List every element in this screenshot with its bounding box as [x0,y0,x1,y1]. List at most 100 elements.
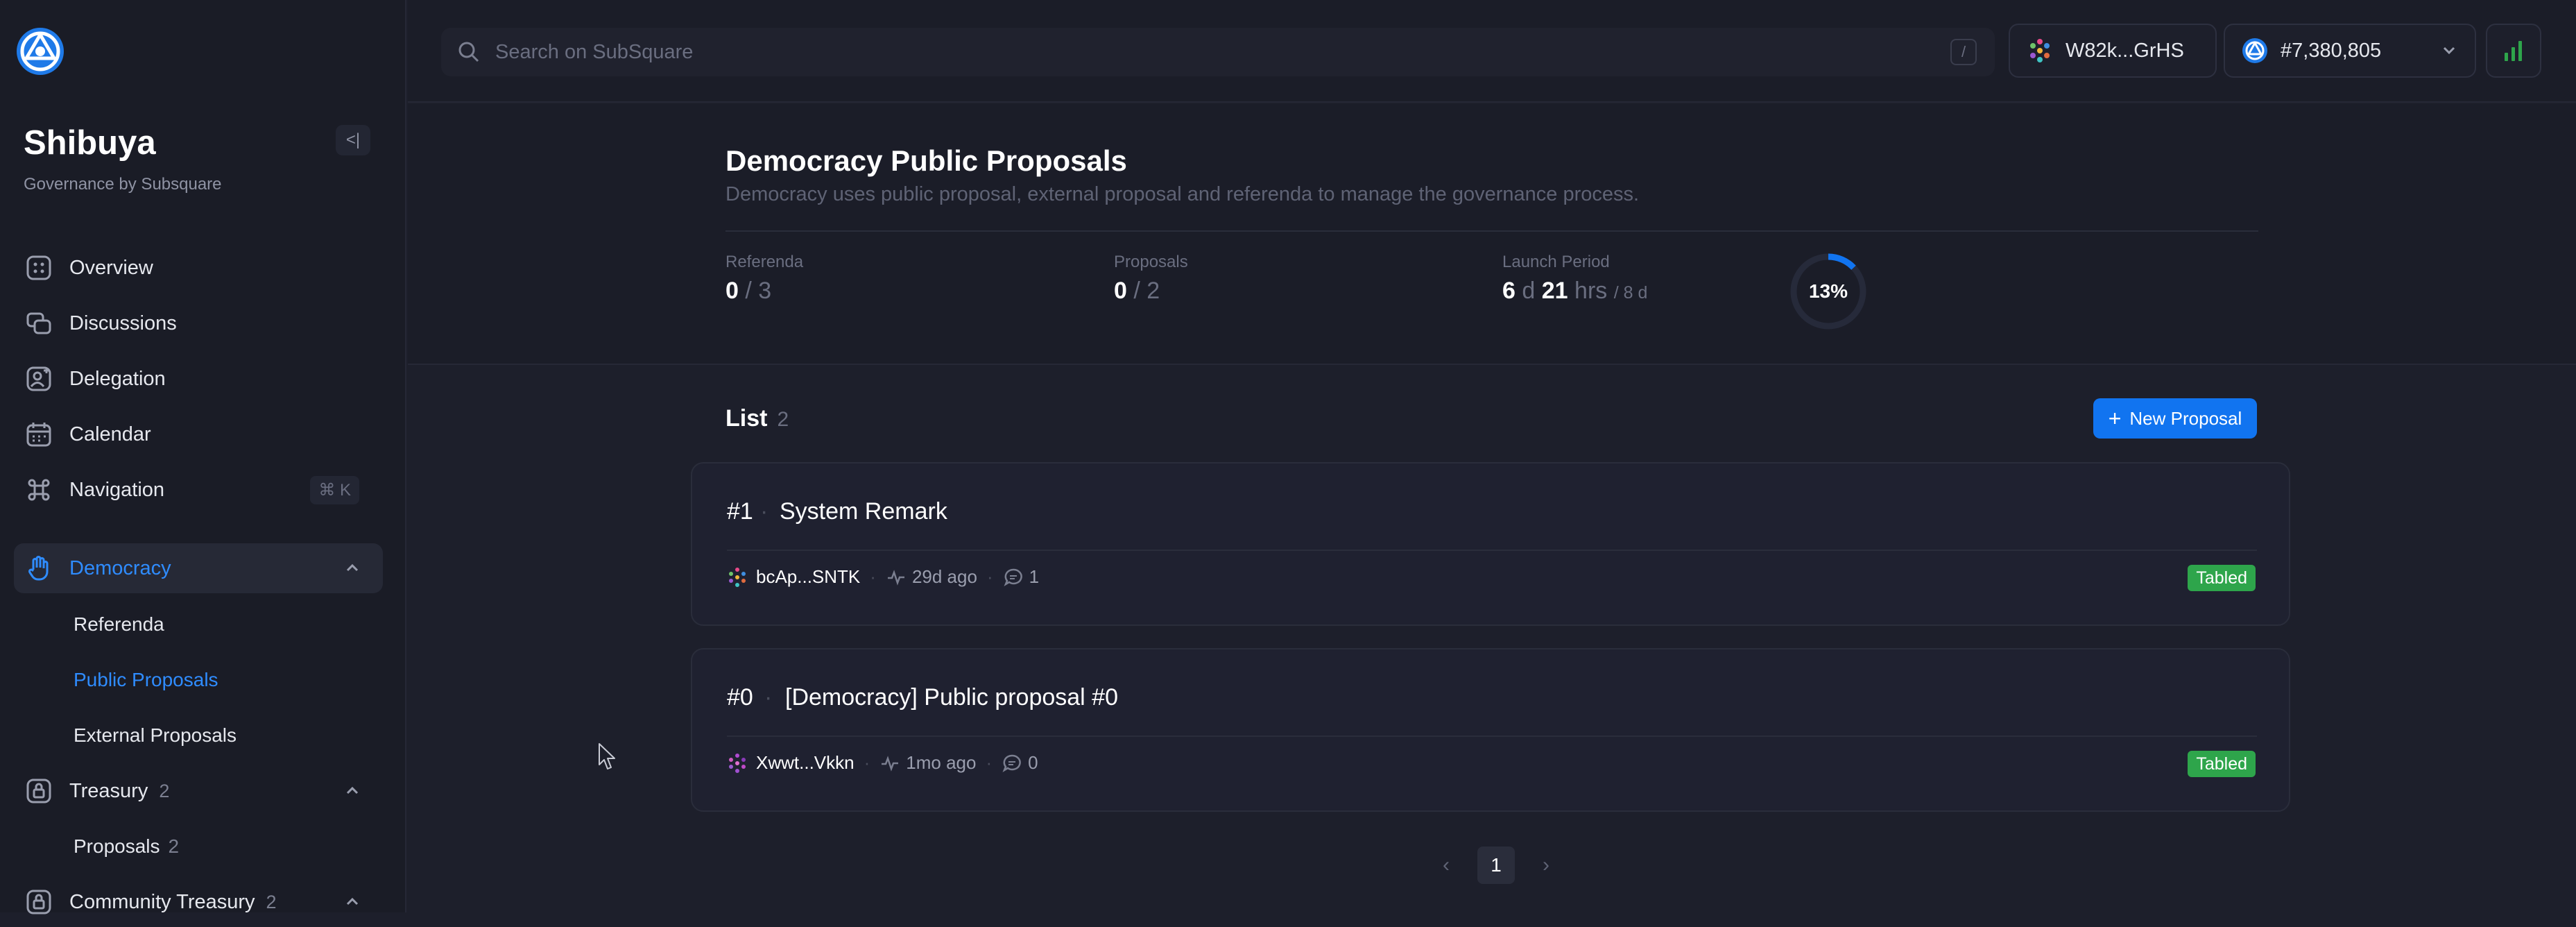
proposal-card[interactable]: #0 · [Democracy] Public proposal #0 Xwwt… [691,648,2290,812]
community-treasury-icon [24,887,54,917]
sidebar-item-discussions[interactable]: Discussions [14,298,383,348]
treasury-icon [24,776,54,806]
proposal-author[interactable]: bcAp...SNTK [756,566,860,588]
sidebar-item-calendar[interactable]: Calendar [14,409,383,459]
status-badge: Tabled [2188,565,2256,591]
comment-icon [1003,567,1024,588]
list-title: List 2 [725,405,789,432]
search-box[interactable]: / [441,28,1995,76]
sidebar-item-treasury[interactable]: Treasury 2 [14,766,383,816]
community-treasury-count: 2 [266,891,277,912]
status-badge: Tabled [2188,751,2256,777]
separator-dot: · [864,752,870,773]
block-height: #7,380,805 [2281,39,2382,62]
stat-label: Referenda [725,253,804,271]
proposal-meta: bcAp...SNTK · 29d ago · 1 [727,566,1039,588]
chevron-up-icon[interactable] [343,559,362,578]
navigation-shortcut: ⌘ K [310,475,359,504]
card-divider [727,735,2257,737]
page-description: Democracy uses public proposal, external… [725,183,1640,205]
next-page-icon[interactable]: › [1529,848,1563,883]
sidebar-item-overview[interactable]: Overview [14,243,383,293]
proposal-index: #0 [727,684,753,711]
discussions-icon [24,308,54,339]
plus-icon: + [2108,406,2122,431]
page-number[interactable]: 1 [1477,847,1515,884]
author-avatar-icon [729,753,746,773]
command-icon [24,475,54,505]
calendar-icon [24,419,54,450]
treasury-count: 2 [159,780,170,801]
stat-label: Proposals [1114,253,1188,271]
proposal-card[interactable]: #1 · System Remark bcAp...SNTK · 29d ago… [691,462,2290,626]
chain-subtitle: Governance by Subsquare [24,175,222,194]
mouse-cursor-icon [599,743,615,769]
overview-icon [24,253,54,283]
sidebar: Shibuya Governance by Subsquare <| Overv… [0,0,406,915]
sidebar-item-navigation[interactable]: Navigation ⌘ K [14,465,383,515]
page-title: Democracy Public Proposals [725,144,1127,177]
sidebar-item-label: Discussions [69,312,177,334]
separator-dot: · [986,566,993,587]
sidebar-subitem-external-proposals[interactable]: External Proposals [74,724,237,747]
launch-period-percent: 13% [1808,280,1848,302]
subsquare-logo-icon[interactable] [14,25,67,78]
separator-dot: · [764,684,773,711]
proposal-time: 1mo ago [906,752,977,773]
sidebar-item-label: Navigation [69,478,165,501]
collapse-icon: <| [345,130,361,149]
sidebar-item-delegation[interactable]: Delegation [14,354,383,404]
top-bar: / W82k...GrHS #7,380,805 [408,0,2576,103]
separator-dot: · [760,498,768,525]
proposal-time: 29d ago [911,566,977,587]
account-button[interactable]: W82k...GrHS [2009,24,2217,78]
sidebar-subitem-referenda[interactable]: Referenda [74,613,164,636]
previous-page-icon[interactable]: ‹ [1429,848,1463,883]
chain-title: Shibuya [24,124,156,162]
signal-bars-icon [2505,41,2522,61]
sidebar-subitem-treasury-proposals[interactable]: Proposals 2 [74,835,179,858]
pagination: ‹ 1 › [1429,847,1563,884]
sidebar-item-label: Community Treasury [69,890,255,913]
delegation-icon [24,364,54,394]
search-input[interactable] [494,40,1881,65]
hand-icon [24,553,54,584]
author-avatar-icon [729,567,746,587]
treasury-proposals-count: 2 [168,835,180,857]
sidebar-subitem-label: Proposals [74,835,160,857]
stat-value: 0 / 3 [725,278,772,304]
separator-dot: · [986,752,993,773]
chevron-up-icon[interactable] [343,781,362,801]
separator-dot: · [870,566,876,587]
account-address: W82k...GrHS [2066,39,2184,62]
stat-value: 6 d 21 hrs / 8 d [1502,278,1648,304]
list-count: 2 [777,408,789,431]
stat-launch-period: Launch Period 6 d 21 hrs / 8 d [1502,253,1647,305]
stat-referenda: Referenda 0 / 3 [725,253,803,305]
sidebar-subitem-public-proposals[interactable]: Public Proposals [74,669,218,691]
stat-value: 0 / 2 [1114,278,1160,304]
chevron-up-icon[interactable] [343,892,362,912]
proposal-index: #1 [727,498,753,525]
search-icon [455,38,483,66]
proposal-author[interactable]: Xwwt...Vkkn [756,752,855,774]
proposal-title[interactable]: [Democracy] Public proposal #0 [785,684,1118,711]
sidebar-item-label: Delegation [69,367,166,390]
network-status-button[interactable] [2486,24,2541,78]
account-avatar-icon [2030,39,2050,62]
comment-icon [1002,753,1022,774]
proposal-title[interactable]: System Remark [780,498,947,525]
proposal-comments-count: 1 [1029,566,1040,587]
sidebar-item-community-treasury[interactable]: Community Treasury 2 [14,877,383,927]
divider [725,230,2258,232]
stat-label: Launch Period [1502,253,1610,271]
chevron-down-icon [2440,42,2458,65]
sidebar-item-label: Overview [69,256,153,279]
block-height-selector[interactable]: #7,380,805 [2224,24,2476,78]
new-proposal-button[interactable]: + New Proposal [2093,398,2257,439]
search-shortcut-key: / [1950,39,1977,65]
proposal-meta: Xwwt...Vkkn · 1mo ago · 0 [727,752,1038,774]
sidebar-item-label: Democracy [69,556,171,579]
collapse-sidebar-button[interactable]: <| [336,125,370,155]
sidebar-item-democracy[interactable]: Democracy [14,543,383,593]
